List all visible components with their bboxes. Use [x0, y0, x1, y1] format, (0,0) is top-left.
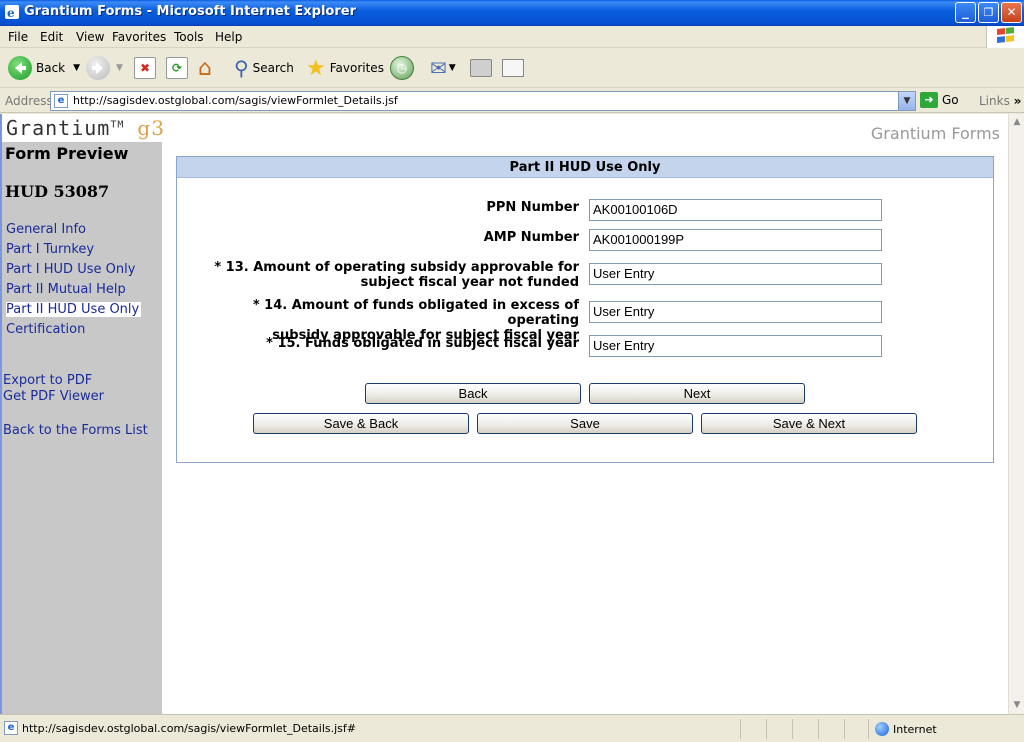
- sidebar-heading: Form Preview: [5, 144, 129, 163]
- form-panel: Part II HUD Use Only PPN Number AK001001…: [176, 156, 994, 463]
- sidebar-item-general-info[interactable]: General Info: [6, 222, 86, 237]
- window-titlebar: e Grantium Forms - Microsoft Internet Ex…: [0, 0, 1024, 26]
- close-button[interactable]: ✕: [1001, 2, 1022, 23]
- sidebar-item-part-i-turnkey[interactable]: Part I Turnkey: [6, 242, 94, 257]
- next-button[interactable]: Next: [589, 383, 805, 404]
- page-icon: e: [54, 94, 68, 108]
- menu-edit[interactable]: Edit: [40, 30, 63, 44]
- stop-icon: ✖: [134, 57, 156, 79]
- amp-number-input[interactable]: AK001000199P: [589, 229, 882, 251]
- page-viewport: GrantiumTM g3 Grantium Forms Form Previe…: [0, 114, 1008, 714]
- forward-arrow-icon: [86, 56, 110, 80]
- get-pdf-viewer-link[interactable]: Get PDF Viewer: [3, 389, 104, 404]
- search-button[interactable]: ⚲ Search: [234, 54, 294, 82]
- sidebar: Form Preview HUD 53087 General Info Part…: [2, 142, 162, 714]
- home-button[interactable]: ⌂: [198, 54, 212, 82]
- field-14-input[interactable]: User Entry: [589, 301, 882, 323]
- status-divider: [868, 719, 869, 739]
- field-15-input[interactable]: User Entry: [589, 335, 882, 357]
- security-zone: Internet: [875, 722, 937, 736]
- edit-button[interactable]: [502, 54, 524, 82]
- back-form-button[interactable]: Back: [365, 383, 581, 404]
- page-header: GrantiumTM g3 Grantium Forms: [2, 114, 1008, 144]
- status-divider: [766, 719, 767, 739]
- address-dropdown-icon[interactable]: ▼: [898, 92, 915, 110]
- status-url: http://sagisdev.ostglobal.com/sagis/view…: [22, 722, 356, 735]
- refresh-button[interactable]: ⟳: [166, 54, 188, 82]
- svg-text:e: e: [7, 6, 15, 20]
- menu-file[interactable]: File: [8, 30, 28, 44]
- address-bar: Address e http://sagisdev.ostglobal.com/…: [0, 89, 1024, 113]
- windows-logo-icon: [986, 26, 1024, 48]
- print-button[interactable]: [470, 54, 492, 82]
- export-to-pdf-link[interactable]: Export to PDF: [3, 373, 92, 388]
- menu-favorites[interactable]: Favorites: [112, 30, 166, 44]
- ppn-number-input[interactable]: AK00100106D: [589, 199, 882, 221]
- scroll-down-icon[interactable]: ▼: [1009, 697, 1024, 714]
- refresh-icon: ⟳: [166, 57, 188, 79]
- history-icon: ◷: [390, 56, 414, 80]
- mail-dropdown-icon[interactable]: ▼: [449, 63, 456, 73]
- save-button[interactable]: Save: [477, 413, 693, 434]
- scroll-up-icon[interactable]: ▲: [1009, 114, 1024, 131]
- amp-number-label: AMP Number: [483, 230, 579, 245]
- favorites-button[interactable]: ★ Favorites: [306, 54, 384, 82]
- status-divider: [844, 719, 845, 739]
- back-arrow-icon: [8, 56, 32, 80]
- ppn-number-label: PPN Number: [486, 200, 579, 215]
- status-page-icon: e: [4, 721, 18, 735]
- menu-view[interactable]: View: [76, 30, 104, 44]
- go-button[interactable]: ➜ Go: [920, 92, 959, 108]
- go-arrow-icon: ➜: [920, 92, 938, 108]
- back-dropdown-icon[interactable]: ▼: [73, 63, 80, 73]
- form-id: HUD 53087: [5, 182, 110, 201]
- status-divider: [818, 719, 819, 739]
- sidebar-item-certification[interactable]: Certification: [6, 322, 85, 337]
- field-13-input[interactable]: User Entry: [589, 263, 882, 285]
- edit-document-icon: [502, 59, 524, 77]
- save-and-next-button[interactable]: Save & Next: [701, 413, 917, 434]
- grantium-logo: GrantiumTM g3: [6, 116, 165, 140]
- back-button[interactable]: Back ▼: [8, 54, 80, 82]
- home-icon: ⌂: [198, 55, 212, 81]
- save-and-back-button[interactable]: Save & Back: [253, 413, 469, 434]
- forward-dropdown-icon[interactable]: ▼: [116, 63, 123, 73]
- status-divider: [792, 719, 793, 739]
- printer-icon: [470, 59, 492, 77]
- maximize-button[interactable]: ❐: [978, 2, 999, 23]
- forward-button[interactable]: ▼: [86, 54, 123, 82]
- field-13-label: * 13. Amount of operating subsidy approv…: [214, 260, 579, 290]
- menu-help[interactable]: Help: [215, 30, 242, 44]
- brand-title: Grantium Forms: [870, 124, 1000, 143]
- sidebar-item-part-ii-mutual-help[interactable]: Part II Mutual Help: [6, 282, 126, 297]
- toolbar: Back ▼ ▼ ✖ ⟳ ⌂ ⚲ Search ★ Favorites ◷ ✉ …: [0, 48, 1024, 88]
- mail-button[interactable]: ✉ ▼: [430, 54, 456, 82]
- window-title: Grantium Forms - Microsoft Internet Expl…: [24, 4, 356, 19]
- sidebar-item-part-ii-hud-use-only[interactable]: Part II HUD Use Only: [6, 302, 142, 317]
- address-input[interactable]: e http://sagisdev.ostglobal.com/sagis/vi…: [50, 91, 916, 111]
- status-bar: e http://sagisdev.ostglobal.com/sagis/vi…: [0, 714, 1024, 742]
- favorites-star-icon: ★: [306, 55, 326, 81]
- address-label: Address: [5, 94, 53, 108]
- back-to-forms-list-link[interactable]: Back to the Forms List: [3, 423, 148, 438]
- status-divider: [740, 719, 741, 739]
- section-title: Part II HUD Use Only: [177, 157, 993, 178]
- search-icon: ⚲: [234, 56, 249, 80]
- minimize-button[interactable]: _: [955, 2, 976, 23]
- sidebar-item-part-i-hud-use-only[interactable]: Part I HUD Use Only: [6, 262, 135, 277]
- menu-bar: File Edit View Favorites Tools Help: [0, 26, 1024, 48]
- history-button[interactable]: ◷: [390, 54, 414, 82]
- field-15-label: * 15. Funds obligated in subject fiscal …: [266, 336, 579, 351]
- stop-button[interactable]: ✖: [134, 54, 156, 82]
- internet-explorer-icon: e: [5, 5, 19, 20]
- mail-icon: ✉: [430, 56, 447, 80]
- globe-icon: [875, 722, 889, 736]
- menu-tools[interactable]: Tools: [174, 30, 204, 44]
- links-toolbar[interactable]: Links »: [979, 94, 1021, 108]
- vertical-scrollbar[interactable]: ▲ ▼: [1008, 114, 1024, 714]
